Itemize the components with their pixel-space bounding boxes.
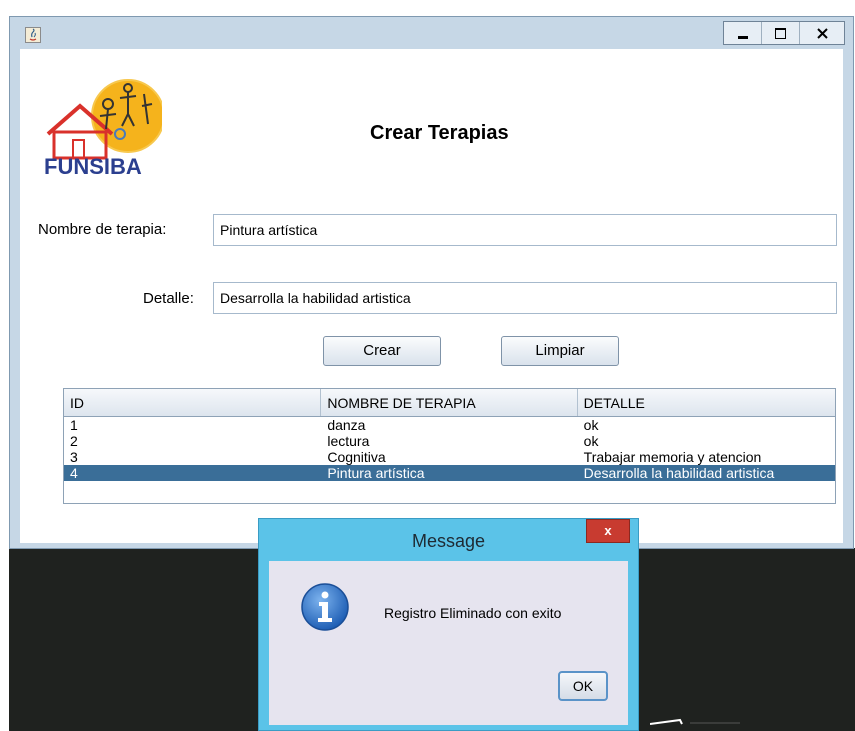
table-row[interactable]: 2 lectura ok — [64, 433, 835, 449]
detail-field[interactable]: Desarrolla la habilidad artistica — [213, 282, 837, 314]
funsiba-logo: FUNSIBA — [44, 79, 162, 179]
close-icon — [816, 27, 828, 39]
column-header-id[interactable]: ID — [64, 389, 322, 416]
cell-id: 1 — [70, 417, 78, 433]
cell-name: Pintura artística — [327, 465, 425, 481]
cell-detail: Desarrolla la habilidad artistica — [583, 465, 775, 481]
table-row[interactable]: 1 danza ok — [64, 417, 835, 433]
dialog-body: Registro Eliminado con exito OK — [269, 561, 628, 725]
table-row[interactable]: 3 Cognitiva Trabajar memoria y atencion — [64, 449, 835, 465]
cell-detail: ok — [583, 417, 599, 433]
therapy-name-label: Nombre de terapia: — [38, 221, 167, 238]
desktop-artifact — [650, 718, 740, 725]
cell-name: danza — [327, 417, 366, 433]
therapy-name-field[interactable]: Pintura artística — [213, 214, 837, 246]
maximize-button[interactable] — [762, 22, 800, 44]
cell-name: lectura — [327, 433, 370, 449]
info-icon — [301, 583, 349, 631]
form-title: Crear Terapias — [370, 122, 509, 144]
logo-text: FUNSIBA — [44, 154, 142, 179]
table-header: ID NOMBRE DE TERAPIA DETALLE — [64, 389, 835, 417]
app-window: FUNSIBA Crear Terapias Nombre de terapia… — [9, 16, 854, 549]
minimize-button[interactable] — [724, 22, 762, 44]
maximize-icon — [775, 27, 786, 39]
cell-id: 4 — [70, 465, 78, 481]
java-app-icon — [25, 27, 41, 43]
title-bar — [10, 17, 853, 49]
cell-id: 3 — [70, 449, 78, 465]
cell-name: Cognitiva — [327, 449, 386, 465]
cell-detail: ok — [583, 433, 599, 449]
close-icon: x — [604, 523, 612, 538]
window-controls — [723, 21, 845, 45]
ok-button[interactable]: OK — [558, 671, 608, 701]
form-panel: FUNSIBA Crear Terapias Nombre de terapia… — [20, 49, 843, 543]
table-row-selected[interactable]: 4 Pintura artística Desarrolla la habili… — [64, 465, 835, 481]
close-button[interactable] — [800, 22, 844, 44]
dialog-close-button[interactable]: x — [586, 519, 630, 543]
create-button[interactable]: Crear — [323, 336, 441, 366]
minimize-icon — [737, 35, 748, 39]
detail-label: Detalle: — [143, 290, 194, 307]
dialog-title: Message — [411, 531, 486, 551]
cell-id: 2 — [70, 433, 78, 449]
column-header-name[interactable]: NOMBRE DE TERAPIA — [321, 389, 578, 416]
therapies-table: ID NOMBRE DE TERAPIA DETALLE 1 danza ok … — [63, 388, 836, 504]
dialog-message: Registro Eliminado con exito — [384, 605, 562, 621]
message-dialog: Message x Registro Eliminado con exito O… — [258, 518, 639, 731]
column-header-detail[interactable]: DETALLE — [578, 389, 835, 416]
clear-button[interactable]: Limpiar — [501, 336, 619, 366]
cell-detail: Trabajar memoria y atencion — [583, 449, 762, 465]
